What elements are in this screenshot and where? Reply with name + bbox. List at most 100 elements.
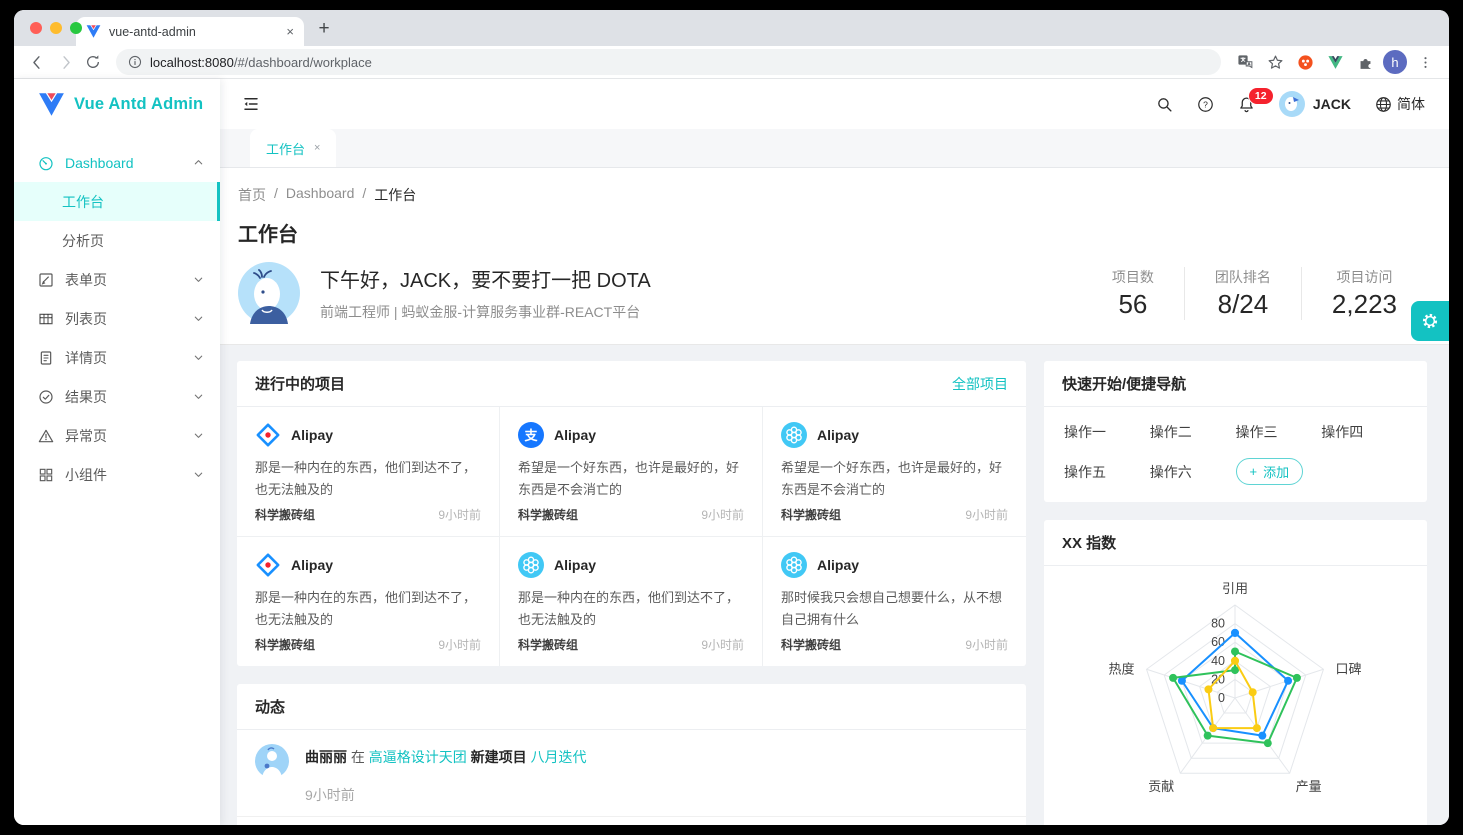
- address-bar[interactable]: localhost:8080/#/dashboard/workplace: [116, 49, 1221, 75]
- project-time: 9小时前: [438, 506, 481, 523]
- project-card[interactable]: Alipay 那是一种内在的东西，他们到达不了，也无法触及的 科学搬砖组 9小时…: [237, 407, 500, 537]
- sidebar-item-result[interactable]: 结果页: [14, 377, 220, 416]
- project-group[interactable]: 科学搬砖组: [781, 636, 841, 653]
- project-time: 9小时前: [965, 636, 1008, 653]
- project-name[interactable]: Alipay: [817, 427, 859, 443]
- project-group[interactable]: 科学搬砖组: [518, 506, 578, 523]
- project-name[interactable]: Alipay: [291, 557, 333, 573]
- radar-card: XX 指数 020406080引用口碑产量贡献热度 a b c: [1044, 520, 1427, 825]
- project-group[interactable]: 科学搬砖组: [255, 636, 315, 653]
- dashboard-icon: [38, 155, 54, 171]
- radar-point-b[interactable]: [1231, 648, 1239, 656]
- project-time: 9小时前: [701, 506, 744, 523]
- radar-point-b[interactable]: [1204, 732, 1212, 740]
- radar-point-c[interactable]: [1249, 688, 1257, 696]
- radar-point-a[interactable]: [1258, 732, 1266, 740]
- extensions-puzzle-icon[interactable]: [1353, 50, 1377, 74]
- feed-item[interactable]: 付晓晓 在 高逼格设计天团 发布了 留言9小时前: [237, 816, 1026, 825]
- feed-link[interactable]: 高逼格设计天团: [369, 749, 467, 765]
- quick-action-link[interactable]: 操作二: [1150, 422, 1236, 442]
- bookmark-star-icon[interactable]: [1263, 50, 1287, 74]
- project-card[interactable]: Alipay 那是一种内在的东西，他们到达不了，也无法触及的 科学搬砖组 9小时…: [500, 537, 763, 666]
- translate-icon[interactable]: [1233, 50, 1257, 74]
- site-info-icon[interactable]: [128, 55, 142, 69]
- project-name[interactable]: Alipay: [817, 557, 859, 573]
- project-desc: 希望是一个好东西，也许是最好的，好东西是不会消亡的: [781, 457, 1008, 501]
- add-action-button[interactable]: +添加: [1236, 458, 1304, 485]
- back-icon[interactable]: [24, 49, 50, 75]
- new-tab-button[interactable]: +: [310, 15, 338, 43]
- traffic-lights: [30, 22, 82, 34]
- flower-icon: [518, 552, 544, 578]
- project-name[interactable]: Alipay: [554, 557, 596, 573]
- radar-point-b[interactable]: [1264, 739, 1272, 747]
- radar-point-c[interactable]: [1253, 724, 1261, 732]
- radar-point-c[interactable]: [1209, 724, 1217, 732]
- project-name[interactable]: Alipay: [291, 427, 333, 443]
- project-card[interactable]: 支 Alipay 希望是一个好东西，也许是最好的，好东西是不会消亡的 科学搬砖组…: [500, 407, 763, 537]
- sidebar-item-analysis[interactable]: 分析页: [14, 221, 220, 260]
- user-menu[interactable]: JACK: [1279, 91, 1351, 117]
- sidebar-item-list[interactable]: 列表页: [14, 299, 220, 338]
- stat-label: 团队排名: [1215, 267, 1271, 287]
- sidebar-item-detail[interactable]: 详情页: [14, 338, 220, 377]
- sidebar-item-form[interactable]: 表单页: [14, 260, 220, 299]
- browser-tab-title: vue-antd-admin: [109, 25, 196, 39]
- sidebar-item-label: 详情页: [65, 348, 182, 368]
- vue-devtools-icon[interactable]: [1323, 50, 1347, 74]
- chrome-profile-avatar[interactable]: h: [1383, 50, 1407, 74]
- quick-action-link[interactable]: 操作一: [1064, 422, 1150, 442]
- forward-icon[interactable]: [52, 49, 78, 75]
- sidebar-item-widgets[interactable]: 小组件: [14, 455, 220, 494]
- radar-point-c[interactable]: [1204, 685, 1212, 693]
- project-group[interactable]: 科学搬砖组: [518, 636, 578, 653]
- project-name[interactable]: Alipay: [554, 427, 596, 443]
- quick-action-link[interactable]: 操作五: [1064, 462, 1150, 482]
- app-logo-text: Vue Antd Admin: [74, 95, 203, 114]
- app-logo[interactable]: Vue Antd Admin: [14, 79, 220, 129]
- sidebar-item-dashboard[interactable]: Dashboard: [14, 143, 220, 182]
- all-projects-link[interactable]: 全部项目: [952, 374, 1008, 394]
- stat-value: 2,223: [1332, 289, 1397, 320]
- search-icon[interactable]: [1156, 96, 1173, 113]
- chrome-menu-icon[interactable]: [1413, 50, 1437, 74]
- radar-point-c[interactable]: [1231, 657, 1239, 665]
- page-scroll-area[interactable]: 首页/Dashboard/工作台 工作台 下午好，JACK，要不要打一把 DOT…: [220, 168, 1449, 825]
- stat-label: 项目数: [1112, 267, 1154, 287]
- project-group[interactable]: 科学搬砖组: [255, 506, 315, 523]
- menu-fold-icon[interactable]: [242, 95, 260, 113]
- breadcrumb-item[interactable]: Dashboard: [286, 185, 355, 205]
- project-card[interactable]: Alipay 希望是一个好东西，也许是最好的，好东西是不会消亡的 科学搬砖组 9…: [763, 407, 1026, 537]
- activity-title: 动态: [255, 696, 285, 717]
- project-group[interactable]: 科学搬砖组: [781, 506, 841, 523]
- page-tab-workplace[interactable]: 工作台 ×: [250, 129, 336, 167]
- project-card[interactable]: Alipay 那是一种内在的东西，他们到达不了，也无法触及的 科学搬砖组 9小时…: [237, 537, 500, 666]
- extension-orange-icon[interactable]: [1293, 50, 1317, 74]
- tab-close-icon[interactable]: ×: [286, 24, 294, 39]
- project-card[interactable]: Alipay 那时候我只会想自己想要什么，从不想自己拥有什么 科学搬砖组 9小时…: [763, 537, 1026, 666]
- minimize-window-button[interactable]: [50, 22, 62, 34]
- stat-block: 团队排名 8/24: [1184, 267, 1301, 320]
- radar-point-b[interactable]: [1293, 674, 1301, 682]
- radar-point-a[interactable]: [1284, 677, 1292, 685]
- language-switcher[interactable]: 简体: [1375, 94, 1425, 114]
- quick-action-link[interactable]: 操作六: [1150, 462, 1236, 482]
- quick-action-link[interactable]: 操作三: [1236, 422, 1322, 442]
- settings-drawer-button[interactable]: [1411, 301, 1449, 341]
- close-window-button[interactable]: [30, 22, 42, 34]
- reload-icon[interactable]: [80, 49, 106, 75]
- feed-link[interactable]: 八月迭代: [531, 749, 587, 765]
- help-icon[interactable]: ?: [1197, 96, 1214, 113]
- radar-point-b[interactable]: [1169, 674, 1177, 682]
- radar-point-a[interactable]: [1231, 629, 1239, 637]
- sidebar-item-workplace[interactable]: 工作台: [14, 182, 220, 221]
- radar-legend: a b c: [1044, 822, 1427, 825]
- page-tab-close-icon[interactable]: ×: [314, 142, 320, 154]
- notifications-bell[interactable]: 12: [1238, 96, 1255, 113]
- zoom-window-button[interactable]: [70, 22, 82, 34]
- browser-tab[interactable]: vue-antd-admin ×: [76, 17, 304, 46]
- sidebar-item-exception[interactable]: 异常页: [14, 416, 220, 455]
- quick-action-link[interactable]: 操作四: [1321, 422, 1407, 442]
- feed-item[interactable]: 曲丽丽 在 高逼格设计天团 新建项目 八月迭代9小时前: [237, 730, 1026, 816]
- breadcrumb-item[interactable]: 首页: [238, 185, 266, 205]
